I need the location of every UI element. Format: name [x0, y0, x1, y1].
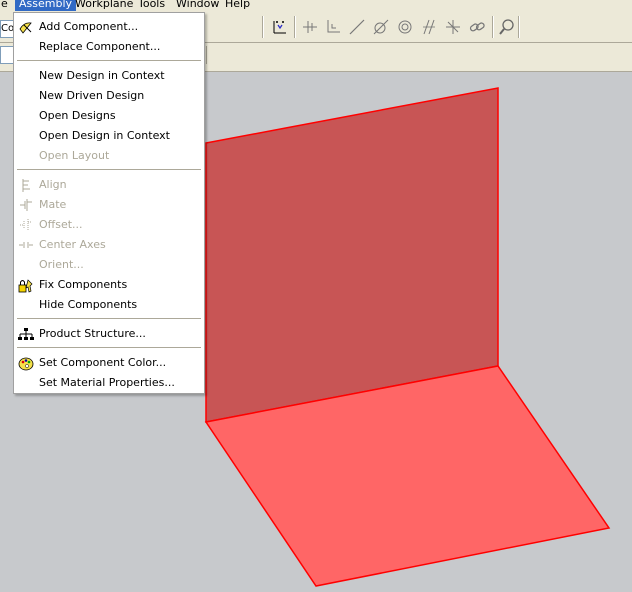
menu-item-offset: Offset... — [14, 216, 204, 234]
offset-icon — [18, 218, 34, 233]
corner-icon[interactable] — [323, 17, 343, 37]
menu-item-label: Orient... — [39, 258, 84, 271]
menu-item-set-component-color[interactable]: Set Component Color... — [14, 354, 204, 372]
menubar-item-help[interactable]: Help — [221, 0, 254, 11]
menu-item-label: Fix Components — [39, 278, 128, 291]
menu-bar: e Assembly Workplane Tools Window Help — [0, 0, 632, 12]
menu-separator — [17, 347, 201, 348]
toolbar-separator — [492, 16, 494, 38]
menu-item-orient: Orient... — [14, 256, 204, 274]
concentric-icon[interactable] — [395, 17, 415, 37]
center-axes-icon — [18, 238, 34, 253]
menu-item-add-component[interactable]: Add Component... — [14, 18, 204, 36]
assembly-menu: Add Component... Replace Component... Ne… — [13, 12, 205, 394]
menu-item-open-designs[interactable]: Open Designs — [14, 107, 204, 125]
menu-item-label: Offset... — [39, 218, 83, 231]
menu-item-mate: Mate — [14, 196, 204, 214]
component-color-icon — [18, 356, 34, 371]
menu-item-new-design-in-context[interactable]: New Design in Context — [14, 67, 204, 85]
menu-separator — [17, 60, 201, 61]
line-icon[interactable] — [347, 17, 367, 37]
menu-item-label: New Driven Design — [39, 89, 145, 102]
menu-item-new-driven-design[interactable]: New Driven Design — [14, 87, 204, 105]
link-icon[interactable] — [467, 17, 487, 37]
menu-item-label: Product Structure... — [39, 327, 146, 340]
tangent-icon[interactable] — [371, 17, 391, 37]
toolbar-separator — [518, 16, 520, 38]
parallel-icon[interactable] — [419, 17, 439, 37]
menubar-item-file[interactable]: e — [0, 0, 12, 11]
menubar-item-tools[interactable]: Tools — [134, 0, 169, 11]
menu-item-hide-components[interactable]: Hide Components — [14, 296, 204, 314]
menu-item-label: Set Component Color... — [39, 356, 167, 369]
menu-item-replace-component[interactable]: Replace Component... — [14, 38, 204, 56]
symmetric-icon[interactable] — [443, 17, 463, 37]
menu-separator — [17, 318, 201, 319]
menu-item-set-material-properties[interactable]: Set Material Properties... — [14, 374, 204, 392]
menu-item-label: Set Material Properties... — [39, 376, 175, 389]
toolbar-separator — [294, 16, 296, 38]
menubar-item-workplane[interactable]: Workplane — [71, 0, 137, 11]
menu-item-label: Add Component... — [39, 20, 139, 33]
product-structure-icon — [18, 327, 34, 342]
menubar-item-assembly[interactable]: Assembly — [15, 0, 77, 11]
zoom-icon[interactable] — [497, 17, 517, 37]
menu-item-label: Mate — [39, 198, 67, 211]
menubar-item-window[interactable]: Window — [172, 0, 223, 11]
menu-item-label: Open Designs — [39, 109, 116, 122]
align-icon — [18, 178, 34, 193]
menu-item-label: Replace Component... — [39, 40, 161, 53]
menu-item-product-structure[interactable]: Product Structure... — [14, 325, 204, 343]
dimension-xy-icon[interactable] — [270, 17, 290, 37]
menu-item-label: Center Axes — [39, 238, 106, 251]
menu-item-open-design-in-context[interactable]: Open Design in Context — [14, 127, 204, 145]
vertical-plate[interactable] — [205, 87, 499, 423]
menu-item-label: Open Layout — [39, 149, 110, 162]
menu-item-center-axes: Center Axes — [14, 236, 204, 254]
menu-item-label: Align — [39, 178, 67, 191]
menu-item-open-layout: Open Layout — [14, 147, 204, 165]
perpendicular-icon[interactable] — [300, 17, 320, 37]
mate-icon — [18, 198, 34, 213]
menu-item-fix-components[interactable]: Fix Components — [14, 276, 204, 294]
menu-item-label: Open Design in Context — [39, 129, 170, 142]
menu-separator — [17, 169, 201, 170]
menu-item-label: Hide Components — [39, 298, 138, 311]
menu-item-align: Align — [14, 176, 204, 194]
toolbar-gripper — [206, 46, 217, 64]
toolbar-separator — [262, 16, 264, 38]
menu-item-label: New Design in Context — [39, 69, 165, 82]
add-component-icon — [18, 20, 34, 35]
fix-components-icon — [18, 278, 34, 293]
